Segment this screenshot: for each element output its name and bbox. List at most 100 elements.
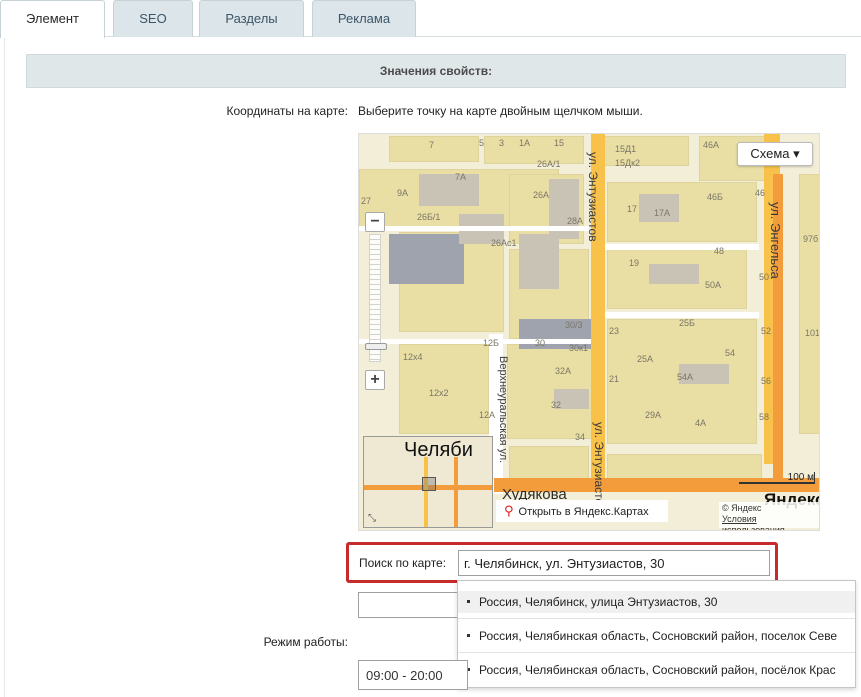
house-number: 48 (714, 246, 725, 256)
minimap-expand-icon[interactable]: ⤡ (368, 513, 376, 524)
house-number: 34 (575, 432, 586, 442)
house-number: 3 (499, 138, 505, 148)
house-number: 21 (609, 374, 620, 384)
tab-element[interactable]: Элемент (0, 0, 105, 38)
house-number: 26Б/1 (417, 212, 441, 222)
work-mode-label: Режим работы: (263, 635, 348, 649)
house-number: 46А (703, 140, 720, 150)
street-label-entuziastov: ул. Энтузиастов (586, 152, 600, 242)
text-field[interactable] (358, 592, 458, 618)
suggestion-item[interactable]: Россия, Челябинская область, Сосновский … (458, 625, 855, 647)
coords-hint: Выберите точку на карте двойным щелчком … (358, 104, 643, 118)
map-road (359, 226, 589, 231)
house-number: 30/3 (565, 320, 583, 330)
map-building (649, 264, 699, 284)
suggestion-item[interactable]: Россия, Челябинск, улица Энтузиастов, 30 (458, 591, 855, 613)
house-number: 97б (803, 234, 819, 244)
house-number: 26А/1 (537, 159, 561, 169)
house-number: 25Б (679, 318, 695, 328)
map-block (509, 446, 589, 481)
tab-sections[interactable]: Разделы (199, 0, 304, 37)
copyright-text: © Яндекс (722, 503, 762, 513)
divider (458, 618, 855, 619)
map-pin-icon: ⚲ (504, 503, 514, 518)
house-number: 7 (429, 140, 435, 150)
house-number: 4А (695, 418, 707, 428)
open-in-yandex-link[interactable]: ⚲ Открыть в Яндекс.Картах (496, 500, 668, 522)
zoom-out-button[interactable]: − (365, 212, 385, 232)
minimap-road (454, 457, 458, 527)
house-number: 54А (677, 372, 694, 382)
house-number: 56 (761, 376, 772, 386)
house-number: 17 (627, 204, 638, 214)
map-search-box: Поиск по карте: (346, 542, 778, 583)
minimap-city-label: Челяби (404, 439, 473, 461)
house-number: 32А (555, 366, 572, 376)
house-number: 28А (567, 216, 584, 226)
search-suggestions: Россия, Челябинск, улица Энтузиастов, 30… (457, 580, 856, 688)
map-scale: 100 м (739, 472, 815, 484)
suggestion-text: Россия, Челябинск, улица Энтузиастов, 30 (479, 595, 718, 609)
zoom-in-button[interactable]: + (365, 370, 385, 390)
suggestion-item[interactable]: Россия, Челябинская область, Сосновский … (458, 659, 855, 681)
house-number: 15 (554, 138, 565, 148)
map-search-input[interactable] (458, 550, 770, 576)
map-search-label: Поиск по карте: (359, 556, 447, 570)
house-number: 58 (759, 412, 770, 422)
house-number: 12А (479, 410, 496, 420)
minimap-viewport[interactable] (422, 477, 436, 491)
open-in-yandex-label: Открыть в Яндекс.Картах (518, 506, 649, 518)
terms-link[interactable]: Условия использования (722, 514, 819, 530)
house-number: 27 (361, 196, 372, 206)
map-copyright: © Яндекс Условия использования (719, 502, 819, 530)
house-number: 12х4 (403, 352, 423, 362)
suggestion-text: Россия, Челябинская область, Сосновский … (479, 663, 836, 677)
house-number: 46Б (707, 192, 723, 202)
house-number: 52 (761, 326, 772, 336)
house-number: 26Ас1 (491, 238, 517, 248)
house-number: 19 (629, 258, 640, 268)
yandex-map[interactable]: 7 5 3 1A 15 15Д1 26А/1 15Дк2 46А 7A 26А … (358, 133, 820, 531)
house-number: 30к1 (569, 343, 588, 353)
house-number: 15Д1 (615, 144, 637, 154)
house-number: 1A (519, 138, 531, 148)
house-number: 15Дк2 (615, 158, 641, 168)
map-block (799, 174, 819, 434)
house-number: 32 (551, 400, 562, 410)
map-layer-button[interactable]: Схема ▾ (737, 142, 813, 166)
map-building (519, 234, 559, 289)
section-header: Значения свойств: (26, 54, 846, 88)
map-building (389, 234, 464, 284)
tab-seo[interactable]: SEO (113, 0, 193, 37)
house-number: 54 (725, 348, 736, 358)
house-number: 101 (805, 328, 820, 338)
house-number: 50А (705, 280, 722, 290)
house-number: 25А (637, 354, 654, 364)
divider (458, 652, 855, 653)
street-label-engelsa: ул. Энгельса (768, 202, 783, 279)
house-number: 23 (609, 326, 620, 336)
coords-label: Координаты на карте: (226, 104, 348, 118)
map-road (359, 339, 599, 344)
map-building (419, 174, 479, 206)
bullet-icon (467, 634, 470, 637)
house-number: 46 (755, 188, 766, 198)
work-mode-input[interactable] (358, 660, 468, 690)
tab-advertising[interactable]: Реклама (312, 0, 416, 37)
house-number: 12х2 (429, 388, 449, 398)
house-number: 26А (533, 190, 550, 200)
zoom-slider-thumb[interactable] (365, 343, 387, 350)
minimap-road (424, 457, 428, 527)
suggestion-text: Россия, Челябинская область, Сосновский … (479, 629, 838, 643)
house-number: 12Б (483, 338, 499, 348)
map-road (599, 244, 759, 250)
house-number: 30 (535, 338, 546, 348)
street-label-verkhneuralskaya: Верхнеуральская ул. (497, 356, 509, 464)
street-label-entuziastov-south: ул. Энтузиастов (592, 422, 606, 512)
house-number: 9A (397, 188, 409, 198)
house-number: 5 (479, 138, 485, 148)
bullet-icon (467, 600, 470, 603)
house-number: 7A (455, 172, 467, 182)
map-minimap[interactable]: Челяби ⤡ (363, 436, 493, 528)
tab-bar: Элемент SEO Разделы Реклама (0, 0, 861, 38)
